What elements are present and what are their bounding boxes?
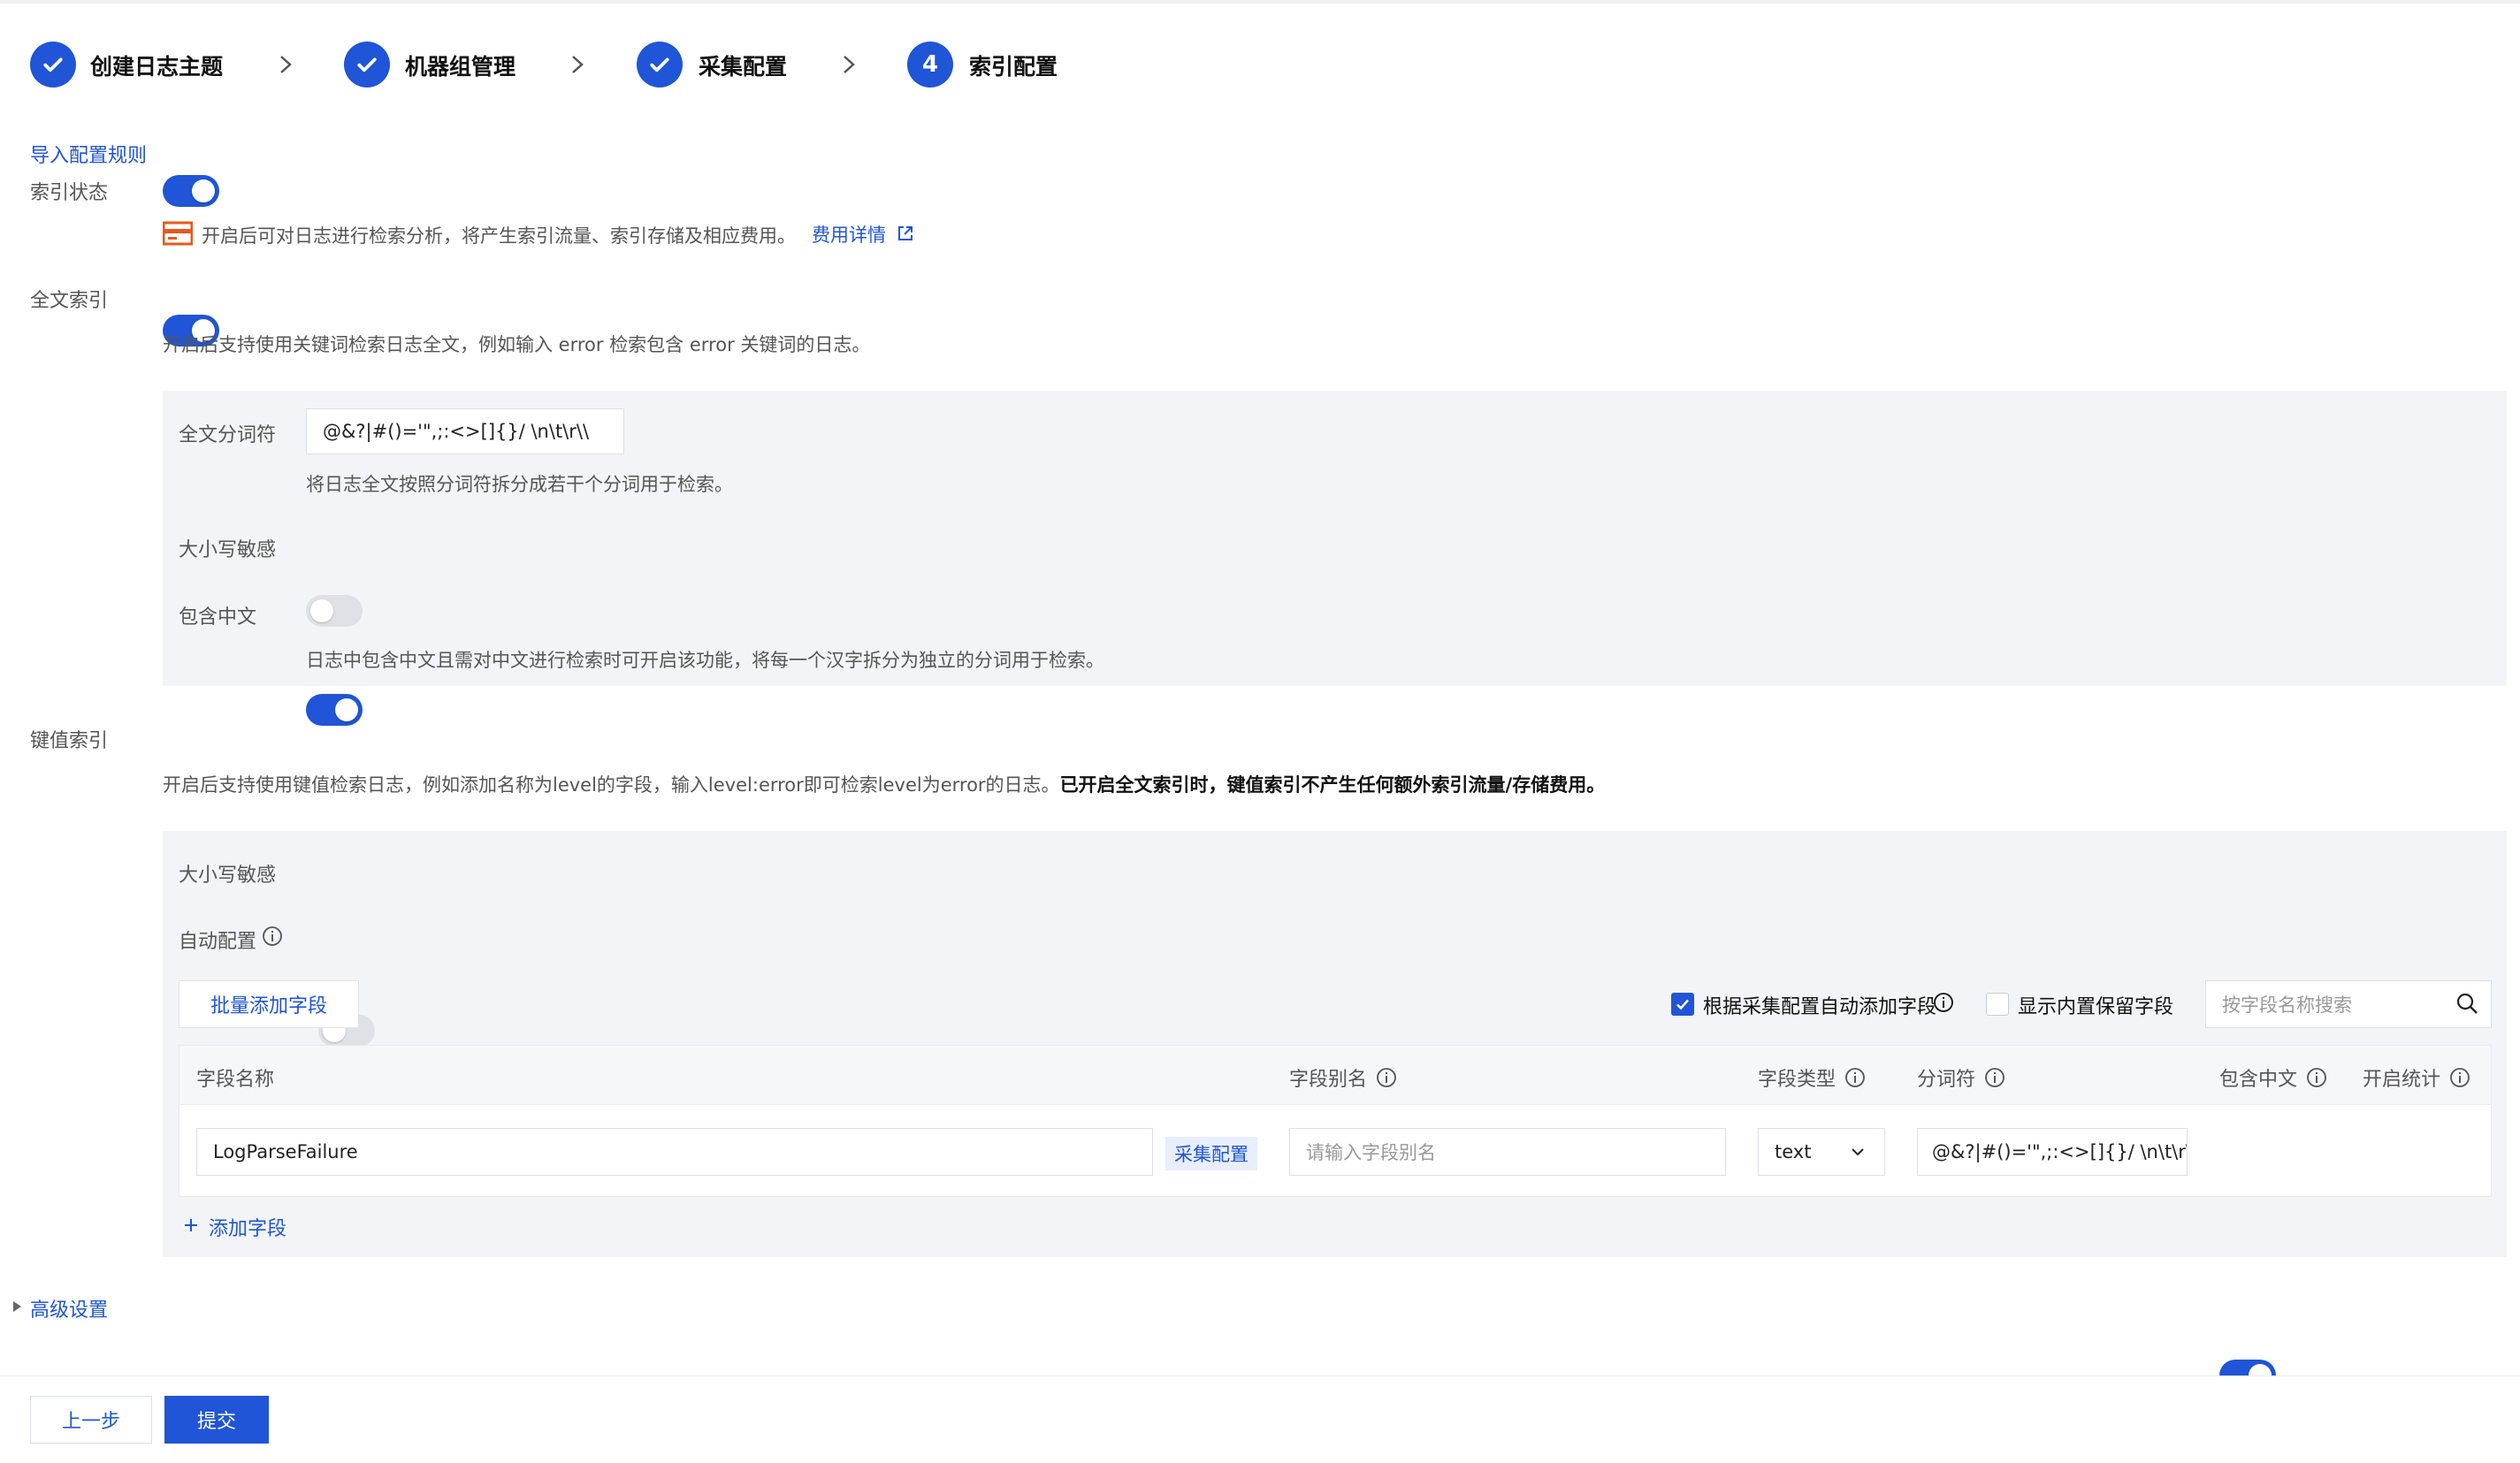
step-2 xyxy=(344,42,390,88)
index-status-notice: 开启后可对日志进行检索分析，将产生索引流量、索引存储及相应费用。 xyxy=(202,225,796,247)
index-status-label: 索引状态 xyxy=(30,182,109,204)
index-status-toggle[interactable] xyxy=(163,175,219,207)
auto-config-label: 自动配置 xyxy=(179,931,257,953)
check-icon xyxy=(637,42,683,88)
full-text-chinese-label: 包含中文 xyxy=(179,606,257,629)
step-1-label: 创建日志主题 xyxy=(90,54,224,80)
tokenizer-input[interactable]: @&?|#()='",;:<>[]{}/ \n\t\r\\ xyxy=(306,408,624,454)
col-field-alias: 字段别名 xyxy=(1289,1063,1397,1092)
chevron-down-icon[interactable] xyxy=(1850,1144,1866,1160)
kv-desc-bold: 已开启全文索引时，键值索引不产生任何额外索引流量/存储费用。 xyxy=(1059,774,1606,796)
info-icon[interactable] xyxy=(1933,992,1954,1013)
kv-case-label: 大小写敏感 xyxy=(179,865,277,887)
field-type-select[interactable]: text xyxy=(1758,1128,1885,1176)
step-1 xyxy=(30,42,76,88)
tokenizer-desc: 将日志全文按照分词符拆分成若干个分词用于检索。 xyxy=(306,474,733,495)
billing-icon xyxy=(163,221,193,246)
full-text-chinese-desc: 日志中包含中文且需对中文进行检索时可开启该功能，将每一个汉字拆分为独立的分词用于… xyxy=(306,650,1104,671)
external-link-icon[interactable] xyxy=(897,225,914,242)
kv-index-desc: 开启后支持使用键值检索日志，例如添加名称为level的字段，输入level:er… xyxy=(163,771,1605,797)
info-icon[interactable] xyxy=(2449,1067,2470,1088)
col-stats: 开启统计 xyxy=(2363,1063,2470,1092)
top-border xyxy=(0,0,2520,4)
advanced-settings-link[interactable]: 高级设置 xyxy=(30,1294,108,1322)
caret-right-icon[interactable] xyxy=(11,1300,22,1313)
step-3-label: 采集配置 xyxy=(699,54,788,80)
info-icon[interactable] xyxy=(1376,1067,1397,1088)
col-tokenizer: 分词符 xyxy=(1917,1063,2005,1092)
step-4-number: 4 xyxy=(907,42,953,88)
info-icon[interactable] xyxy=(262,926,283,947)
show-reserved-checkbox[interactable] xyxy=(1986,993,2009,1016)
full-text-case-label: 大小写敏感 xyxy=(179,539,277,561)
chevron-right-icon xyxy=(572,56,584,73)
plus-icon[interactable] xyxy=(182,1216,200,1234)
add-field-link[interactable]: 添加字段 xyxy=(209,1213,286,1241)
fee-details-link[interactable]: 费用详情 xyxy=(812,221,886,248)
step-4-label: 索引配置 xyxy=(969,54,1058,80)
search-icon[interactable] xyxy=(2455,991,2479,1016)
chevron-right-icon xyxy=(844,56,855,73)
auto-add-label[interactable]: 根据采集配置自动添加字段 xyxy=(1703,991,1936,1019)
tokenizer-label: 全文分词符 xyxy=(179,424,277,446)
info-icon[interactable] xyxy=(1984,1067,2005,1088)
field-name-input[interactable]: LogParseFailure xyxy=(196,1128,1153,1176)
full-text-desc: 开启后支持使用关键词检索日志全文，例如输入 error 检索包含 error 关… xyxy=(163,334,871,355)
kv-index-label: 键值索引 xyxy=(30,730,109,752)
field-search-input[interactable]: 按字段名称搜索 xyxy=(2205,980,2492,1028)
submit-button[interactable]: 提交 xyxy=(164,1396,269,1444)
step-3 xyxy=(637,42,683,88)
full-text-case-toggle[interactable] xyxy=(306,595,363,627)
chevron-right-icon xyxy=(280,56,292,73)
full-text-label: 全文索引 xyxy=(30,290,109,312)
col-field-name: 字段名称 xyxy=(196,1069,275,1091)
batch-add-button[interactable]: 批量添加字段 xyxy=(179,980,359,1028)
col-chinese: 包含中文 xyxy=(2219,1063,2327,1092)
auto-add-checkbox[interactable] xyxy=(1671,993,1694,1016)
footer-bar xyxy=(0,1375,2520,1463)
previous-step-button[interactable]: 上一步 xyxy=(30,1396,152,1444)
info-icon[interactable] xyxy=(2306,1067,2327,1088)
check-icon xyxy=(1676,999,1689,1010)
check-icon xyxy=(30,42,76,88)
full-text-chinese-toggle[interactable] xyxy=(306,694,363,726)
check-icon xyxy=(344,42,390,88)
field-alias-input[interactable]: 请输入字段别名 xyxy=(1289,1128,1726,1176)
col-field-type: 字段类型 xyxy=(1758,1063,1866,1092)
kv-desc-text: 开启后支持使用键值检索日志，例如添加名称为level的字段，输入level:er… xyxy=(163,774,1060,796)
source-tag: 采集配置 xyxy=(1165,1137,1257,1170)
info-icon[interactable] xyxy=(1844,1067,1866,1088)
show-reserved-label[interactable]: 显示内置保留字段 xyxy=(2018,991,2173,1019)
import-config-link[interactable]: 导入配置规则 xyxy=(30,140,147,168)
step-2-label: 机器组管理 xyxy=(405,54,516,80)
field-type-value: text xyxy=(1775,1141,1812,1162)
field-tokenizer-input[interactable]: @&?|#()='",;:<>[]{}/ \n\t\r\\ xyxy=(1917,1128,2188,1176)
